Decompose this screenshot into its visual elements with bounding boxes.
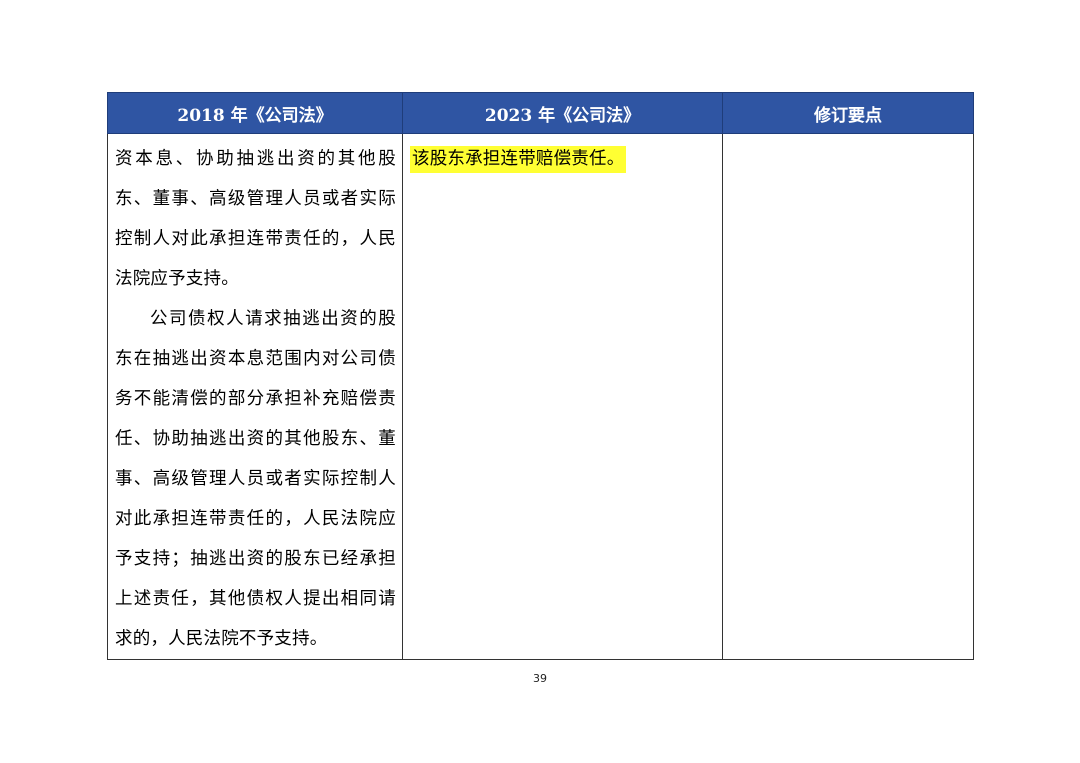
document-page: 2018 年《公司法》 2023 年《公司法》 修订要点 资本息、协助抽逃出资的… (0, 0, 1080, 763)
page-number: 39 (533, 672, 547, 685)
table-header-row: 2018 年《公司法》 2023 年《公司法》 修订要点 (107, 92, 974, 134)
revision-notes-text (723, 134, 973, 139)
header-2023-law: 2023 年《公司法》 (402, 92, 723, 134)
paragraph-2018-continuation: 资本息、协助抽逃出资的其他股东、董事、高级管理人员或者实际控制人对此承担连带责任… (115, 149, 396, 289)
table-row: 资本息、协助抽逃出资的其他股东、董事、高级管理人员或者实际控制人对此承担连带责任… (107, 133, 974, 660)
cell-2018-law: 资本息、协助抽逃出资的其他股东、董事、高级管理人员或者实际控制人对此承担连带责任… (107, 133, 403, 660)
header-2018-law: 2018 年《公司法》 (107, 92, 403, 134)
paragraph-2018-creditor-claim: 公司债权人请求抽逃出资的股东在抽逃出资本息范围内对公司债务不能清偿的部分承担补充… (115, 309, 396, 649)
highlighted-text-2023: 该股东承担连带赔偿责任。 (410, 146, 627, 173)
cell-revision-notes (722, 133, 974, 660)
comparison-table: 2018 年《公司法》 2023 年《公司法》 修订要点 资本息、协助抽逃出资的… (107, 92, 974, 660)
header-revision-notes: 修订要点 (722, 92, 974, 134)
cell-2023-law: 该股东承担连带赔偿责任。 (402, 133, 723, 660)
